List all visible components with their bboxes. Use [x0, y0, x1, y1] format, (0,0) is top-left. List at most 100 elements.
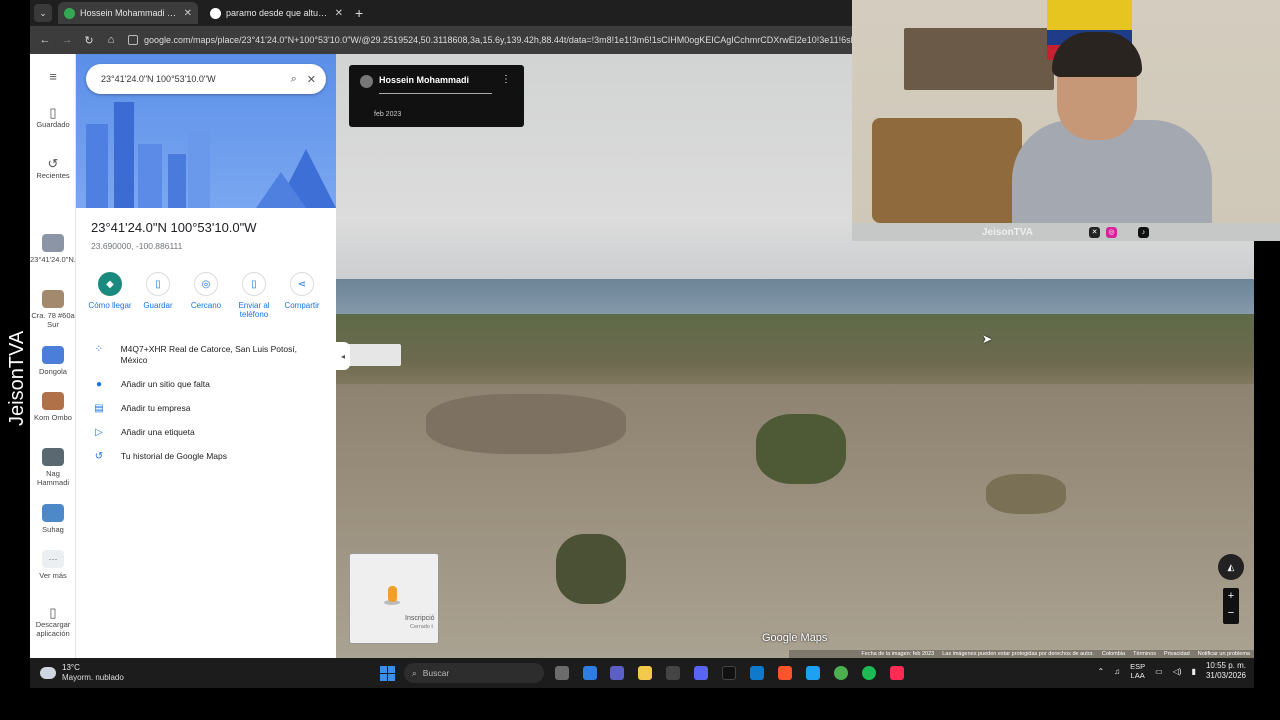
add-place-icon: ● [95, 379, 103, 390]
rail-recent-place-4[interactable]: Kom Ombo [30, 392, 76, 422]
discord-icon[interactable] [694, 666, 708, 680]
maps-history-row[interactable]: ↺ Tu historial de Google Maps [91, 451, 321, 462]
home-icon[interactable]: ⌂ [100, 34, 122, 46]
photos-icon[interactable] [750, 666, 764, 680]
place-panel: 23°41'24.0"N 100°53'10.0"W ⌕ ✕ 23°41'24.… [76, 54, 336, 658]
collapse-panel-button[interactable]: ◂ [336, 342, 350, 370]
add-business-label: Añadir tu empresa [121, 403, 191, 413]
tab-search-icon[interactable]: ⌄ [34, 4, 52, 22]
tiktok-app-icon[interactable] [722, 666, 736, 680]
nearby-label: Cercano [190, 301, 222, 310]
url-field[interactable]: google.com/maps/place/23°41'24.0"N+100°5… [128, 30, 852, 50]
tiktok-live-icon[interactable] [890, 666, 904, 680]
webcam-overlay: JeisonTVA ✕ ◎ ♪ [852, 0, 1280, 241]
more-dots-icon: ··· [42, 550, 64, 568]
close-tab-icon[interactable]: ✕ [335, 8, 343, 19]
search-icon[interactable]: ⌕ [291, 73, 297, 86]
menu-button[interactable]: ≡ [30, 69, 76, 84]
forward-icon[interactable]: → [56, 34, 78, 46]
rail-recent[interactable]: ↺ Recientes [30, 156, 76, 180]
volume-icon[interactable]: ◁) [1173, 667, 1182, 676]
phone-icon: ▯ [242, 272, 266, 296]
rail-more[interactable]: ··· Ver más [30, 550, 76, 580]
show-hidden-icons-icon[interactable]: ⌃ [1097, 667, 1104, 676]
back-icon[interactable]: ← [34, 34, 56, 46]
close-tab-icon[interactable]: ✕ [184, 8, 192, 19]
minimap[interactable]: Inscripció Cerrado t [349, 553, 439, 644]
microphone-icon[interactable]: ♫ [1114, 667, 1120, 676]
tab-hossein[interactable]: Hossein Mohammadi - Google ✕ [58, 2, 198, 24]
hamburger-menu-icon: ≡ [49, 69, 57, 84]
plus-code-text: M4Q7+XHR Real de Catorce, San Luis Potos… [120, 344, 298, 365]
chrome-browser-icon[interactable] [834, 666, 848, 680]
rail-recent-place-3[interactable]: Dongola [30, 346, 76, 376]
spotify-icon[interactable] [862, 666, 876, 680]
zoom-out-button[interactable]: − [1223, 605, 1239, 622]
place-details-list: ⁘ M4Q7+XHR Real de Catorce, San Luis Poto… [91, 344, 321, 475]
share-button[interactable]: ⋖ Compartir [278, 272, 326, 319]
rail-recent-place-2[interactable]: Cra. 78 #60a Sur [30, 290, 76, 329]
nearby-button[interactable]: ◎ Cercano [182, 272, 230, 319]
save-button[interactable]: ▯ Guardar [134, 272, 182, 319]
rail-place-label: Cra. 78 #60a Sur [31, 311, 75, 329]
brave-browser-icon[interactable] [778, 666, 792, 680]
site-info-icon[interactable] [128, 35, 138, 45]
rail-recent-place-1[interactable]: 23°41'24.0"N... [30, 234, 80, 264]
weather-condition: Mayorm. nublado [62, 673, 124, 682]
report-problem-link[interactable]: Notificar un problema [1198, 651, 1250, 657]
webcam-shelf [904, 28, 1054, 90]
rail-recent-place-6[interactable]: Suhag [30, 504, 76, 534]
battery-icon[interactable]: ▮ [1192, 667, 1196, 676]
language-indicator[interactable]: ESP LAA [1130, 662, 1145, 680]
place-thumbnail [42, 504, 64, 522]
bookmark-icon: ▯ [49, 105, 57, 120]
privacy-link[interactable]: Privacidad [1164, 651, 1190, 657]
browser-tab-bar: ⌄ Hossein Mohammadi - Google ✕ paramo de… [30, 0, 852, 26]
region-link[interactable]: Colombia [1102, 651, 1125, 657]
terms-link[interactable]: Términos [1133, 651, 1156, 657]
rail-download[interactable]: ▯ Descargar aplicación [30, 606, 76, 638]
network-icon[interactable]: ▭ [1155, 667, 1163, 676]
search-box[interactable]: 23°41'24.0"N 100°53'10.0"W ⌕ ✕ [86, 64, 326, 94]
more-options-icon[interactable]: ⋮ [501, 74, 511, 85]
new-tab-button[interactable]: + [355, 5, 363, 21]
file-explorer-icon[interactable] [638, 666, 652, 680]
author-name[interactable]: Hossein Mohammadi [379, 75, 469, 85]
search-input[interactable]: 23°41'24.0"N 100°53'10.0"W [101, 74, 281, 84]
plus-code-row[interactable]: ⁘ M4Q7+XHR Real de Catorce, San Luis Poto… [91, 344, 321, 366]
rail-saved[interactable]: ▯ Guardado [30, 105, 76, 129]
edge-browser-icon[interactable] [806, 666, 820, 680]
watermark-strip: JeisonTVA [0, 0, 30, 720]
weather-widget[interactable]: 13°C Mayorm. nublado [40, 662, 160, 684]
zoom-in-button[interactable]: + [1223, 588, 1239, 605]
maps-history-label: Tu historial de Google Maps [121, 451, 227, 461]
task-view-icon[interactable] [555, 666, 569, 680]
close-icon[interactable]: ✕ [307, 73, 316, 86]
send-to-phone-button[interactable]: ▯ Enviar al teléfono [230, 272, 278, 319]
add-missing-place-row[interactable]: ● Añadir un sitio que falta [91, 379, 321, 390]
compass-icon[interactable]: ◭ [1218, 554, 1244, 580]
rail-download-label: Descargar aplicación [35, 620, 71, 638]
shrub [556, 534, 626, 604]
tab-paramo[interactable]: paramo desde que altura - Bus ✕ [204, 2, 349, 24]
rail-place-label: Kom Ombo [34, 413, 72, 422]
add-label-row[interactable]: ▷ Añadir una etiqueta [91, 427, 321, 438]
screen: JeisonTVA ⌄ Hossein Mohammadi - Google ✕… [0, 0, 1280, 720]
nearby-icon: ◎ [194, 272, 218, 296]
divider [379, 93, 492, 94]
add-business-row[interactable]: ▤ Añadir tu empresa [91, 403, 321, 414]
tab-title: Hossein Mohammadi - Google [80, 8, 179, 18]
reload-icon[interactable]: ↻ [78, 34, 100, 47]
tab-title: paramo desde que altura - Bus [226, 8, 330, 18]
settings-gear-icon[interactable] [666, 666, 680, 680]
copilot-icon[interactable] [583, 666, 597, 680]
taskbar-search[interactable]: ⌕ Buscar [404, 663, 544, 683]
directions-button[interactable]: ◆ Cómo llegar [86, 272, 134, 319]
rail-place-label: 23°41'24.0"N... [30, 255, 81, 264]
teams-icon[interactable] [610, 666, 624, 680]
history-icon: ↺ [47, 156, 59, 171]
windows-start-icon[interactable] [380, 666, 395, 681]
clock[interactable]: 10:55 p. m. 31/03/2026 [1206, 661, 1246, 681]
directions-label: Cómo llegar [88, 301, 132, 310]
rail-recent-place-5[interactable]: Nag Hammadi [30, 448, 76, 487]
